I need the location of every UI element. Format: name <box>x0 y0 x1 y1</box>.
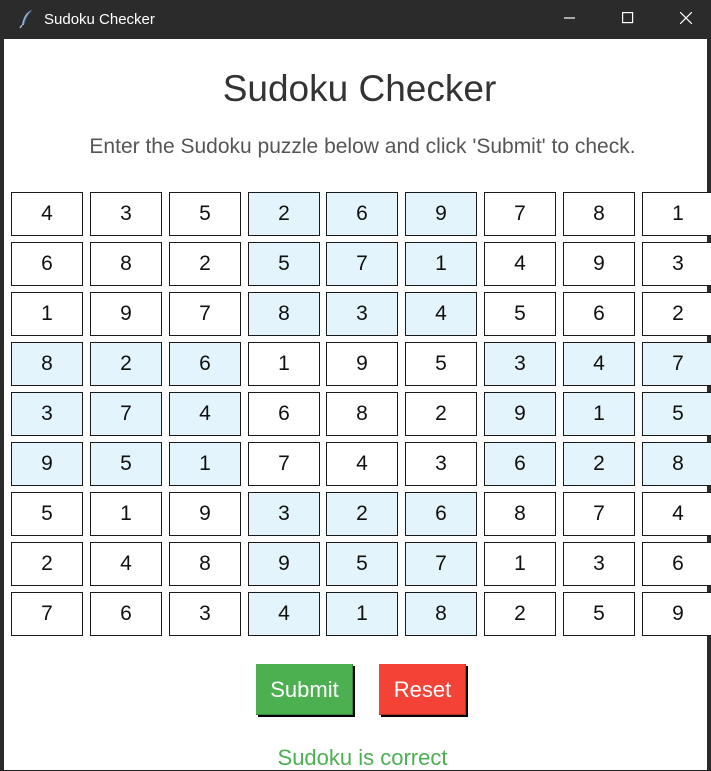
sudoku-cell[interactable] <box>169 192 241 236</box>
sudoku-cell[interactable] <box>642 542 711 586</box>
sudoku-cell[interactable] <box>90 242 162 286</box>
maximize-icon <box>622 11 634 29</box>
sudoku-cell[interactable] <box>169 292 241 336</box>
sudoku-cell[interactable] <box>169 342 241 386</box>
reset-button[interactable]: Reset <box>379 664 466 715</box>
sudoku-cell[interactable] <box>563 292 635 336</box>
page-title: Sudoku Checker <box>222 68 497 109</box>
sudoku-cell[interactable] <box>326 342 398 386</box>
sudoku-cell[interactable] <box>405 542 477 586</box>
sudoku-cell[interactable] <box>248 542 320 586</box>
sudoku-cell[interactable] <box>248 492 320 536</box>
instructions-text: Enter the Sudoku puzzle below and click … <box>89 135 636 158</box>
sudoku-cell[interactable] <box>169 492 241 536</box>
submit-button[interactable]: Submit <box>256 664 353 715</box>
sudoku-cell[interactable] <box>248 442 320 486</box>
sudoku-cell[interactable] <box>169 592 241 636</box>
sudoku-cell[interactable] <box>563 542 635 586</box>
sudoku-cell[interactable] <box>326 542 398 586</box>
sudoku-cell[interactable] <box>484 592 556 636</box>
sudoku-cell[interactable] <box>405 192 477 236</box>
sudoku-cell[interactable] <box>405 492 477 536</box>
sudoku-cell[interactable] <box>11 342 83 386</box>
sudoku-cell[interactable] <box>90 492 162 536</box>
close-button[interactable] <box>657 0 711 39</box>
sudoku-cell[interactable] <box>563 392 635 436</box>
sudoku-cell[interactable] <box>405 442 477 486</box>
sudoku-cell[interactable] <box>11 242 83 286</box>
sudoku-cell[interactable] <box>642 392 711 436</box>
sudoku-cell[interactable] <box>563 192 635 236</box>
sudoku-cell[interactable] <box>326 492 398 536</box>
sudoku-cell[interactable] <box>90 192 162 236</box>
window-title: Sudoku Checker <box>44 11 155 28</box>
sudoku-cell[interactable] <box>642 242 711 286</box>
sudoku-cell[interactable] <box>563 492 635 536</box>
sudoku-cell[interactable] <box>11 542 83 586</box>
sudoku-cell[interactable] <box>326 392 398 436</box>
minimize-button[interactable] <box>541 0 599 39</box>
sudoku-cell[interactable] <box>326 292 398 336</box>
sudoku-cell[interactable] <box>90 442 162 486</box>
minimize-icon <box>564 11 576 29</box>
sudoku-cell[interactable] <box>11 442 83 486</box>
sudoku-cell[interactable] <box>563 342 635 386</box>
sudoku-cell[interactable] <box>405 242 477 286</box>
sudoku-cell[interactable] <box>405 592 477 636</box>
sudoku-cell[interactable] <box>642 592 711 636</box>
sudoku-cell[interactable] <box>169 542 241 586</box>
sudoku-cell[interactable] <box>642 342 711 386</box>
close-icon <box>679 11 693 29</box>
sudoku-cell[interactable] <box>484 342 556 386</box>
sudoku-cell[interactable] <box>563 592 635 636</box>
sudoku-cell[interactable] <box>90 292 162 336</box>
sudoku-cell[interactable] <box>484 292 556 336</box>
sudoku-cell[interactable] <box>563 442 635 486</box>
sudoku-cell[interactable] <box>326 442 398 486</box>
title-bar: Sudoku Checker <box>4 0 711 39</box>
sudoku-cell[interactable] <box>248 242 320 286</box>
sudoku-cell[interactable] <box>405 392 477 436</box>
sudoku-cell[interactable] <box>484 242 556 286</box>
feather-icon <box>18 9 36 29</box>
sudoku-cell[interactable] <box>90 592 162 636</box>
sudoku-cell[interactable] <box>90 542 162 586</box>
sudoku-cell[interactable] <box>326 592 398 636</box>
sudoku-cell[interactable] <box>405 342 477 386</box>
sudoku-cell[interactable] <box>642 192 711 236</box>
sudoku-cell[interactable] <box>326 242 398 286</box>
sudoku-cell[interactable] <box>11 492 83 536</box>
sudoku-cell[interactable] <box>11 192 83 236</box>
sudoku-cell[interactable] <box>484 392 556 436</box>
sudoku-cell[interactable] <box>248 292 320 336</box>
sudoku-cell[interactable] <box>248 342 320 386</box>
sudoku-cell[interactable] <box>11 292 83 336</box>
sudoku-cell[interactable] <box>90 342 162 386</box>
sudoku-cell[interactable] <box>90 392 162 436</box>
app-window: Sudoku Checker Sudoku Checker Enter the … <box>0 0 711 770</box>
sudoku-cell[interactable] <box>484 192 556 236</box>
sudoku-cell[interactable] <box>405 292 477 336</box>
sudoku-cell[interactable] <box>11 592 83 636</box>
sudoku-cell[interactable] <box>169 392 241 436</box>
sudoku-cell[interactable] <box>248 192 320 236</box>
sudoku-cell[interactable] <box>642 442 711 486</box>
sudoku-cell[interactable] <box>484 492 556 536</box>
sudoku-cell[interactable] <box>169 442 241 486</box>
sudoku-cell[interactable] <box>642 492 711 536</box>
sudoku-cell[interactable] <box>563 242 635 286</box>
sudoku-cell[interactable] <box>326 192 398 236</box>
sudoku-cell[interactable] <box>642 292 711 336</box>
sudoku-cell[interactable] <box>248 592 320 636</box>
sudoku-cell[interactable] <box>484 542 556 586</box>
status-message: Sudoku is correct <box>277 745 448 770</box>
sudoku-cell[interactable] <box>11 392 83 436</box>
sudoku-cell[interactable] <box>248 392 320 436</box>
sudoku-cell[interactable] <box>484 442 556 486</box>
maximize-button[interactable] <box>599 0 657 39</box>
sudoku-cell[interactable] <box>169 242 241 286</box>
